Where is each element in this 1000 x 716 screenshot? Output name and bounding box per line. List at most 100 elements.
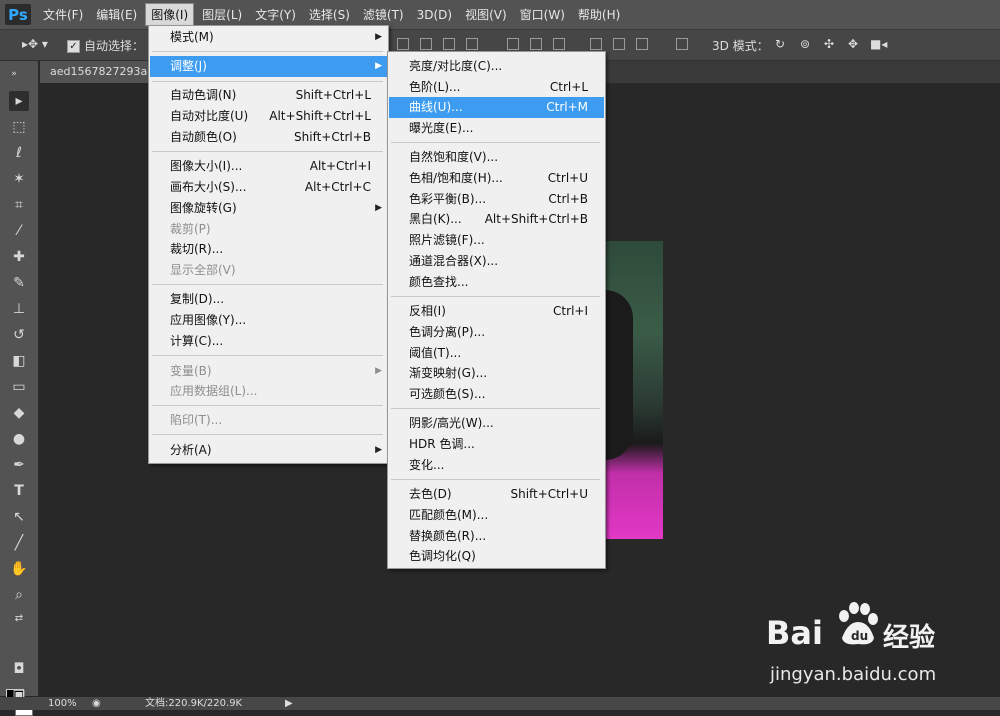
menu-item-auto-tone[interactable]: 自动色调(N) Shift+Ctrl+L [150,85,387,106]
menu-3d[interactable]: 3D(D) [412,5,457,25]
gradient-tool-icon[interactable]: ▭ [9,377,29,397]
menu-item-reveal-all: 显示全部(V) [150,260,387,281]
menu-layer[interactable]: 图层(L) [197,3,247,26]
menu-item-vibrance[interactable]: 自然饱和度(V)... [389,147,604,168]
menu-item-mode[interactable]: 模式(M) ▶ [150,27,387,48]
lasso-tool-icon[interactable]: ℓ [9,143,29,163]
menu-item-analysis[interactable]: 分析(A) ▶ [150,440,387,461]
3d-slide-icon[interactable]: ✥ [848,37,858,51]
distribute-bottom-icon[interactable] [553,38,565,50]
menu-item-apply-image[interactable]: 应用图像(Y)... [150,310,387,331]
menu-item-variations[interactable]: 变化... [389,455,604,476]
dodge-tool-icon[interactable]: ● [9,429,29,449]
eraser-icon[interactable]: ◧ [9,351,29,371]
menu-item-channel-mixer[interactable]: 通道混合器(X)... [389,251,604,272]
magic-wand-icon[interactable]: ✶ [9,169,29,189]
export-icon[interactable]: ◉ [92,697,101,710]
menu-item-black-white[interactable]: 黑白(K)... Alt+Shift+Ctrl+B [389,209,604,230]
move-tool-icon[interactable]: ▸ [9,91,29,111]
menu-item-selective-color[interactable]: 可选颜色(S)... [389,384,604,405]
collapse-icon[interactable]: » [4,64,24,84]
menu-item-label: 可选颜色(S)... [409,387,486,401]
3d-camera-icon[interactable]: ■◂ [870,37,887,51]
zoom-level[interactable]: 100% [48,697,77,710]
menu-item-desaturate[interactable]: 去色(D) Shift+Ctrl+U [389,484,604,505]
document-tab[interactable]: aed1567827293a4 [40,61,155,83]
menu-item-equalize[interactable]: 色调均化(Q) [389,546,604,567]
type-tool-icon[interactable]: T [9,481,29,501]
menu-type[interactable]: 文字(Y) [250,3,301,26]
menu-item-brightness-contrast[interactable]: 亮度/对比度(C)... [389,56,604,77]
align-left-icon[interactable] [466,38,478,50]
quick-mask-icon[interactable]: ◘ [9,659,29,679]
distribute-left-icon[interactable] [590,38,602,50]
menu-filter[interactable]: 滤镜(T) [358,3,409,26]
brush-tool-icon[interactable]: ✎ [9,273,29,293]
eyedropper-icon[interactable]: ⁄ [9,221,29,241]
menu-item-trim[interactable]: 裁切(R)... [150,239,387,260]
menu-item-image-size[interactable]: 图像大小(I)... Alt+Ctrl+I [150,156,387,177]
menu-image[interactable]: 图像(I) [145,3,195,26]
menu-help[interactable]: 帮助(H) [573,3,625,26]
menu-item-photo-filter[interactable]: 照片滤镜(F)... [389,230,604,251]
menu-item-shortcut: Ctrl+L [549,80,588,94]
zoom-tool-icon[interactable]: ⌕ [9,585,29,605]
menu-item-invert[interactable]: 反相(I) Ctrl+I [389,301,604,322]
align-top-icon[interactable] [397,38,409,50]
history-brush-icon[interactable]: ↺ [9,325,29,345]
menu-item-levels[interactable]: 色阶(L)... Ctrl+L [389,77,604,98]
auto-align-icon[interactable] [676,38,688,50]
menu-item-image-rotation[interactable]: 图像旋转(G) ▶ [150,198,387,219]
menu-item-threshold[interactable]: 阈值(T)... [389,343,604,364]
distribute-top-icon[interactable] [507,38,519,50]
menu-item-label: 模式(M) [170,30,214,44]
menu-item-auto-color[interactable]: 自动颜色(O) Shift+Ctrl+B [150,127,387,148]
auto-select-checkbox[interactable]: ✓ 自动选择： [67,37,144,54]
menu-item-label: 曝光度(E)... [409,121,474,135]
menu-window[interactable]: 窗口(W) [515,3,570,26]
3d-rotate-icon[interactable]: ↻ [775,37,785,51]
menu-item-label: 应用数据组(L)... [170,384,258,398]
blur-tool-icon[interactable]: ◆ [9,403,29,423]
submenu-arrow-icon: ▶ [375,61,382,71]
distribute-hcenter-icon[interactable] [613,38,625,50]
menu-item-shadows-highlights[interactable]: 阴影/高光(W)... [389,413,604,434]
move-tool-icon[interactable]: ▸✥ ▾ [22,37,48,51]
menu-item-hue-saturation[interactable]: 色相/饱和度(H)... Ctrl+U [389,168,604,189]
distribute-vcenter-icon[interactable] [530,38,542,50]
auto-select-label: 自动选择： [84,39,145,53]
menu-item-replace-color[interactable]: 替换颜色(R)... [389,526,604,547]
menu-item-auto-contrast[interactable]: 自动对比度(U) Alt+Shift+Ctrl+L [150,106,387,127]
menu-view[interactable]: 视图(V) [460,3,512,26]
menu-item-calculations[interactable]: 计算(C)... [150,331,387,352]
menu-select[interactable]: 选择(S) [304,3,355,26]
3d-roll-icon[interactable]: ⊚ [800,37,810,51]
crop-tool-icon[interactable]: ⌗ [9,195,29,215]
menu-edit[interactable]: 编辑(E) [91,3,142,26]
marquee-tool-icon[interactable]: ⬚ [9,117,29,137]
healing-brush-icon[interactable]: ✚ [9,247,29,267]
align-bottom-icon[interactable] [443,38,455,50]
menu-item-exposure[interactable]: 曝光度(E)... [389,118,604,139]
menu-item-duplicate[interactable]: 复制(D)... [150,289,387,310]
stamp-tool-icon[interactable]: ⊥ [9,299,29,319]
menu-item-hdr-toning[interactable]: HDR 色调... [389,434,604,455]
menu-item-curves[interactable]: 曲线(U)... Ctrl+M [389,97,604,118]
menu-item-color-lookup[interactable]: 颜色查找... [389,272,604,293]
swap-colors-icon[interactable]: ⇄ [9,609,29,629]
hand-tool-icon[interactable]: ✋ [9,559,29,579]
menu-item-gradient-map[interactable]: 渐变映射(G)... [389,363,604,384]
menu-item-match-color[interactable]: 匹配颜色(M)... [389,505,604,526]
3d-pan-icon[interactable]: ✣ [824,37,834,51]
menu-item-color-balance[interactable]: 色彩平衡(B)... Ctrl+B [389,189,604,210]
align-vcenter-icon[interactable] [420,38,432,50]
menu-item-canvas-size[interactable]: 画布大小(S)... Alt+Ctrl+C [150,177,387,198]
distribute-right-icon[interactable] [636,38,648,50]
menu-item-posterize[interactable]: 色调分离(P)... [389,322,604,343]
menu-item-adjust[interactable]: 调整(J) ▶ [150,56,387,77]
path-select-icon[interactable]: ↖ [9,507,29,527]
pen-tool-icon[interactable]: ✒ [9,455,29,475]
line-tool-icon[interactable]: ╱ [9,533,29,553]
menu-file[interactable]: 文件(F) [38,3,88,26]
status-menu-arrow-icon[interactable]: ▶ [285,697,293,710]
